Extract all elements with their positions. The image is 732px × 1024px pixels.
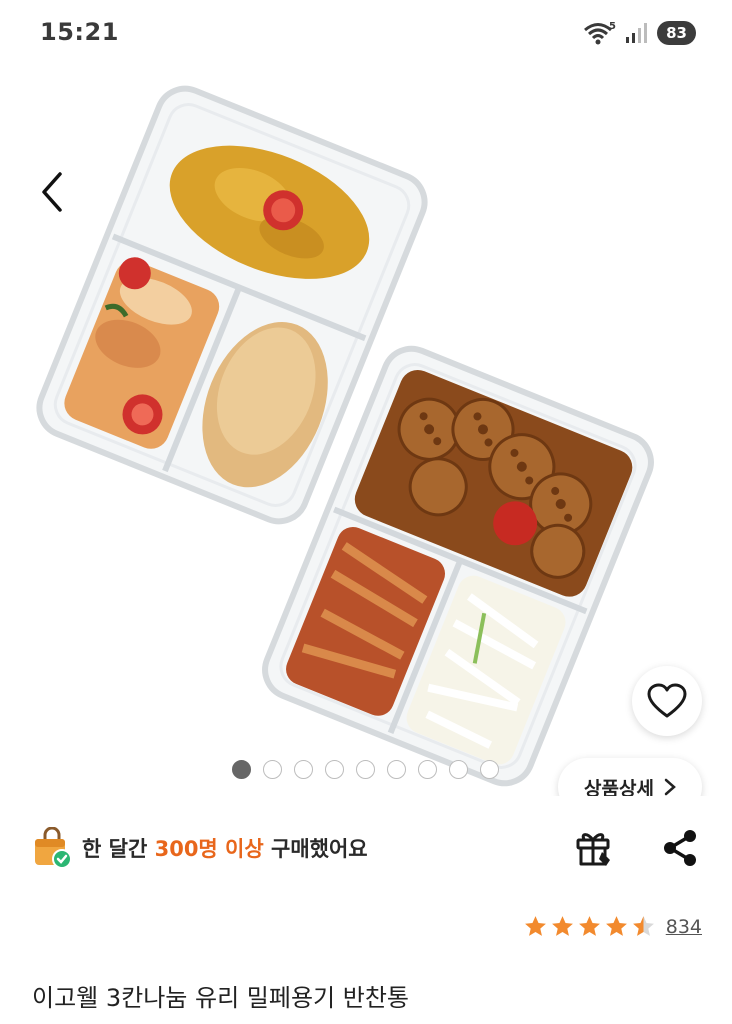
star-icon xyxy=(605,916,627,936)
rating: 834 xyxy=(523,914,702,939)
carousel-dot[interactable] xyxy=(418,760,437,779)
share-button[interactable] xyxy=(658,826,702,870)
star-icon xyxy=(551,916,573,936)
share-icon xyxy=(664,830,696,866)
status-icons: 5 83 xyxy=(583,20,696,46)
wishlist-button[interactable] xyxy=(632,666,702,736)
carousel-dot[interactable] xyxy=(263,760,282,779)
battery-indicator: 83 xyxy=(657,21,696,45)
purchase-count-text: 한 달간 300명 이상 구매했어요 xyxy=(82,833,368,863)
carousel-dot[interactable] xyxy=(232,760,251,779)
carousel-dot[interactable] xyxy=(325,760,344,779)
star-icon xyxy=(524,916,546,936)
carousel-dot[interactable] xyxy=(480,760,499,779)
gift-button[interactable] xyxy=(572,826,616,870)
star-icon xyxy=(578,916,600,936)
wifi-icon: 5 xyxy=(584,21,616,45)
shopping-bag-icon xyxy=(35,827,72,869)
signal-icon xyxy=(626,23,648,43)
status-bar: 15:21 5 83 xyxy=(0,0,732,66)
heart-icon xyxy=(647,683,687,718)
purchase-prefix: 한 달간 xyxy=(82,837,155,861)
status-time: 15:21 xyxy=(40,18,119,46)
carousel-dot[interactable] xyxy=(449,760,468,779)
chevron-right-icon xyxy=(664,778,676,796)
product-image-carousel[interactable]: 상품상세 xyxy=(0,66,732,796)
carousel-dot[interactable] xyxy=(356,760,375,779)
product-photo xyxy=(36,85,654,787)
star-rating xyxy=(523,914,656,939)
product-title: 이고웰 3칸나눔 유리 밀페용기 반찬통 xyxy=(32,984,409,1012)
back-button[interactable] xyxy=(34,170,70,214)
product-detail-button[interactable]: 상품상세 xyxy=(558,758,702,796)
chevron-left-icon xyxy=(42,172,62,212)
review-count-link[interactable]: 834 xyxy=(666,916,702,938)
carousel-dot[interactable] xyxy=(294,760,313,779)
purchase-highlight: 300명 이상 xyxy=(154,837,264,861)
purchase-suffix: 구매했어요 xyxy=(263,837,368,861)
wifi-badge: 5 xyxy=(609,21,616,32)
product-detail-label: 상품상세 xyxy=(584,777,654,797)
purchase-info: 한 달간 300명 이상 구매했어요 xyxy=(32,824,368,872)
carousel-dot[interactable] xyxy=(387,760,406,779)
star-icon xyxy=(632,916,654,936)
carousel-indicator xyxy=(232,760,499,779)
